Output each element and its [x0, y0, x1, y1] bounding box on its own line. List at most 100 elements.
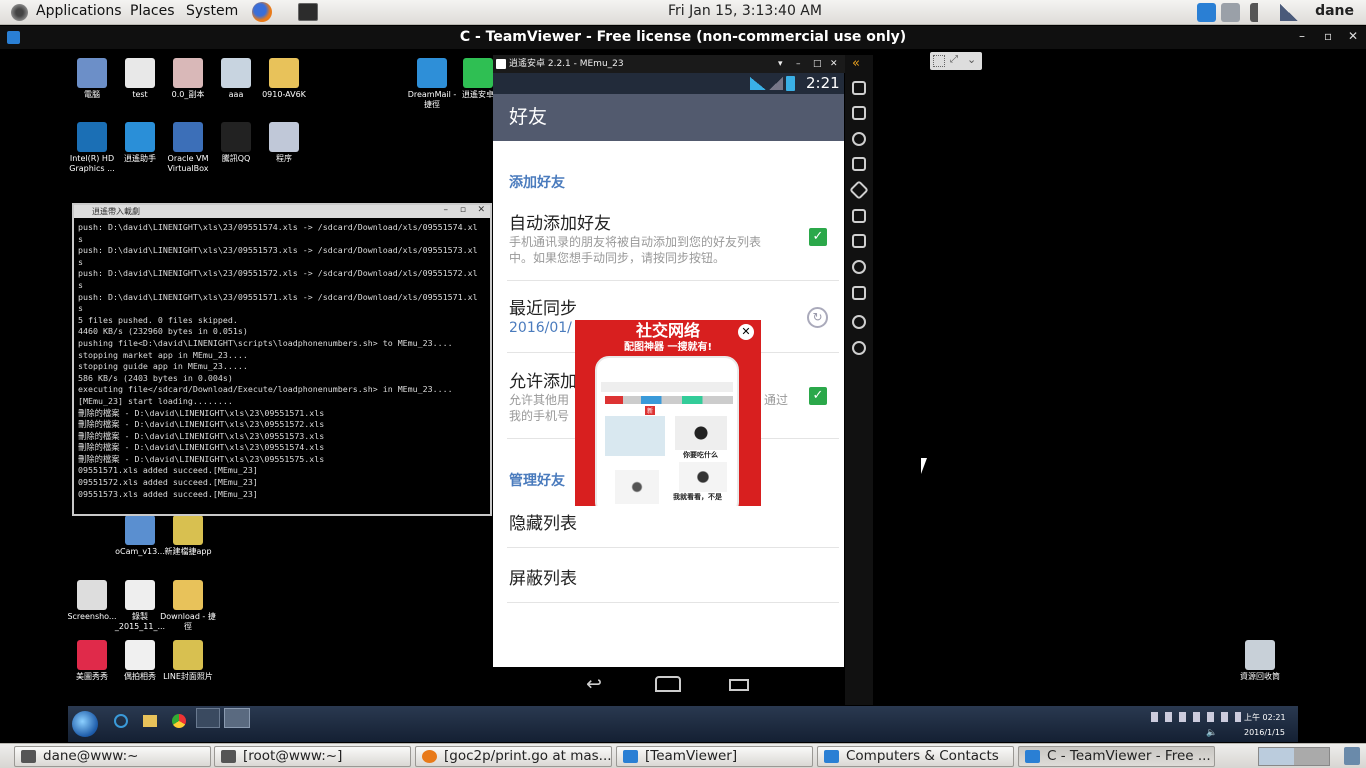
apk-install-icon[interactable] [852, 209, 866, 223]
desktop-icon[interactable]: 新建檔捷app [160, 515, 216, 557]
desktop-icon-label: 資源回收筒 [1240, 672, 1280, 681]
task-computers-contacts[interactable]: Computers & Contacts [817, 746, 1014, 767]
task-label: [TeamViewer] [645, 748, 738, 764]
ad-badge: 新 [645, 406, 656, 415]
rotate-icon[interactable] [849, 180, 869, 200]
ad-popup[interactable]: 社交网络 配图神器 一搜就有! ✕ 新 你要吃什么 我就看看，不是 [575, 320, 761, 506]
gnome-foot-icon[interactable] [11, 4, 28, 21]
fullscreen-icon[interactable] [852, 81, 866, 95]
android-status-bar: 2:21 [493, 73, 844, 94]
emulator-close-button[interactable]: ✕ [830, 55, 838, 73]
clock[interactable]: Fri Jan 15, 3:13:40 AM [600, 3, 890, 19]
desktop-icon-label: Download - 捷徑 [160, 612, 216, 631]
firefox-icon [422, 750, 437, 763]
tray-icons[interactable] [1151, 712, 1241, 722]
trash-icon[interactable] [852, 157, 866, 171]
gear-icon[interactable] [852, 260, 866, 274]
workspace-switcher[interactable] [1258, 747, 1330, 766]
ad-caption-1: 你要吃什么 [683, 451, 718, 459]
maximize-button[interactable]: ▫ [1324, 29, 1332, 43]
recent-sync-value: 2016/01/ [509, 320, 572, 336]
desktop-icon-label: 0910-AV6K [262, 90, 306, 99]
terminal-icon [221, 750, 236, 763]
sync-icon[interactable]: ↻ [807, 307, 828, 328]
location-icon[interactable] [852, 315, 866, 329]
terminal-launcher-icon[interactable] [298, 3, 318, 21]
taskbar-time[interactable]: 上午 02:21 [1244, 712, 1286, 723]
desktop-icon[interactable]: LINE封面照片 [160, 640, 216, 682]
ie-taskbar-icon[interactable] [114, 714, 128, 728]
recents-icon[interactable] [729, 679, 749, 691]
allow-add-title[interactable]: 允许添加 [509, 367, 577, 392]
desktop-icon-image [173, 640, 203, 670]
desktop-icon[interactable]: 0910-AV6K [256, 58, 312, 100]
console-minimize-button[interactable]: – [444, 204, 449, 217]
hidden-list-item[interactable]: 隐藏列表 [509, 509, 577, 534]
recent-sync-title[interactable]: 最近同步 [509, 294, 577, 319]
desktop-icon-image [173, 122, 203, 152]
emulator-minimize-button[interactable]: – [796, 55, 801, 73]
chrome-taskbar-icon[interactable] [172, 714, 186, 728]
menu-applications[interactable]: Applications [36, 3, 122, 19]
desktop-icon[interactable]: Download - 捷徑 [160, 580, 216, 632]
close-button[interactable]: ✕ [1348, 29, 1358, 43]
home-icon[interactable] [655, 676, 681, 692]
task-label: [root@www:~] [243, 748, 343, 764]
back-icon[interactable]: ↩ [586, 673, 602, 695]
minimize-button[interactable]: – [1299, 29, 1305, 43]
task-teamviewer-session[interactable]: C - TeamViewer - Free ... [1018, 746, 1215, 767]
teamviewer-tray-icon[interactable] [1197, 3, 1216, 22]
ad-phone-tabs [605, 396, 733, 404]
task-firefox[interactable]: [goc2p/print.go at mas... [415, 746, 612, 767]
explorer-taskbar-icon[interactable] [143, 715, 157, 727]
emulator-taskbar-icon[interactable] [224, 708, 250, 728]
collapse-sidebar-icon[interactable]: « [852, 56, 860, 71]
mouse-cursor [921, 458, 933, 474]
chevron-down-icon[interactable]: ⌄ [967, 53, 976, 66]
allow-add-checkbox[interactable]: ✓ [809, 387, 827, 405]
ad-close-button[interactable]: ✕ [738, 324, 754, 340]
console-taskbar-icon[interactable] [196, 708, 220, 728]
emulator-titlebar: 逍遙安卓 2.2.1 - MEmu_23 ▾ – □ ✕ [493, 55, 845, 73]
menu-places[interactable]: Places [130, 3, 175, 19]
signal-strength-icon[interactable] [1280, 4, 1298, 21]
task-teamviewer[interactable]: [TeamViewer] [616, 746, 813, 767]
remote-toolbar[interactable]: ⤢ ⌄ [930, 52, 982, 70]
task-terminal-root[interactable]: [root@www:~] [214, 746, 411, 767]
windows-start-button[interactable] [72, 711, 98, 737]
console-close-button[interactable]: ✕ [477, 204, 485, 217]
desktop-icon-image [173, 58, 203, 88]
desktop-icon-image [125, 122, 155, 152]
desktop-icon-image [77, 58, 107, 88]
trash-panel-icon[interactable] [1344, 747, 1360, 765]
desktop-icon[interactable]: 程序 [256, 122, 312, 164]
user-menu[interactable]: dane [1315, 3, 1354, 19]
blocked-list-item[interactable]: 屏蔽列表 [509, 564, 577, 589]
volume-icon[interactable] [1250, 3, 1270, 22]
console-window[interactable]: 逍遙帶入載劇 – ▫ ✕ push: D:\david\LINENIGHT\xl… [72, 203, 492, 516]
emulator-maximize-button[interactable]: □ [813, 55, 822, 73]
exit-icon[interactable] [852, 286, 866, 300]
speaker-icon[interactable]: 🔈 [1206, 728, 1217, 738]
firefox-launcher-icon[interactable] [252, 2, 272, 22]
auto-add-checkbox[interactable]: ✓ [809, 228, 827, 246]
task-label: C - TeamViewer - Free ... [1047, 748, 1211, 764]
location-alt-icon[interactable] [852, 341, 866, 355]
keyboard-icon[interactable] [852, 106, 866, 120]
auto-add-friends-title[interactable]: 自动添加好友 [509, 209, 611, 234]
scissors-icon[interactable] [852, 132, 866, 146]
desktop-icon-image [417, 58, 447, 88]
desktop-icon-image [269, 122, 299, 152]
console-maximize-button[interactable]: ▫ [460, 204, 466, 217]
emulator-menu-icon[interactable]: ▾ [778, 55, 783, 73]
taskbar-date[interactable]: 2016/1/15 [1244, 728, 1285, 737]
task-terminal-dane[interactable]: dane@www:~ [14, 746, 211, 767]
fullscreen-icon[interactable]: ⤢ [950, 54, 958, 65]
view-options-icon[interactable] [933, 55, 945, 67]
network-tray-icon[interactable] [1221, 3, 1240, 22]
menu-system[interactable]: System [186, 3, 238, 19]
desktop-icon[interactable]: 資源回收筒 [1232, 640, 1288, 682]
brush-icon[interactable] [852, 234, 866, 248]
desktop-icon-image [173, 515, 203, 545]
emulator-sidebar: « [845, 55, 873, 705]
